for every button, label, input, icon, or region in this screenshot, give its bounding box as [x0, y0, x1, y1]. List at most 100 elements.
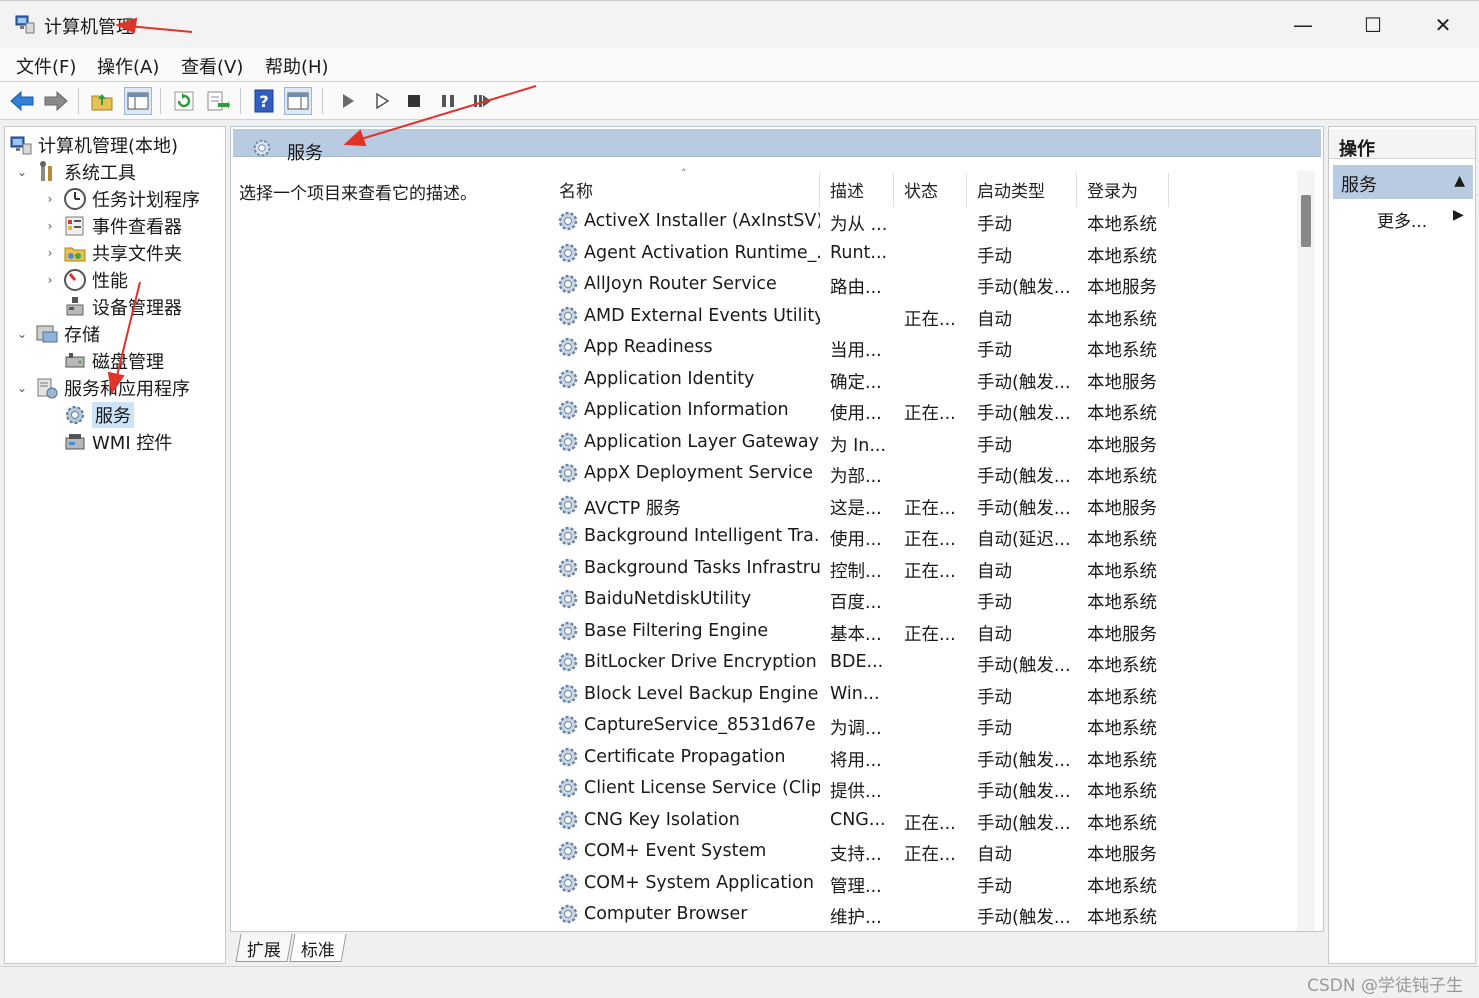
chevron-right-icon[interactable]: ▶ [1453, 207, 1464, 223]
tree-item-disk-management[interactable]: 磁盘管理 [63, 347, 164, 374]
show-hide-tree-icon[interactable] [124, 87, 152, 115]
column-header-status[interactable]: 状态 [904, 177, 938, 207]
forward-arrow-icon[interactable] [42, 87, 70, 115]
tools-icon [40, 160, 52, 181]
minimize-button[interactable]: — [1278, 7, 1328, 43]
vertical-scrollbar[interactable] [1297, 171, 1315, 931]
service-description: 使用... [830, 530, 882, 550]
status-bar: CSDN @学徒钝子生 [0, 966, 1479, 998]
chevron-right-icon[interactable]: › [43, 273, 57, 287]
start-service-alt-icon[interactable] [368, 87, 396, 115]
service-logon-as: 本地系统 [1087, 530, 1157, 550]
tree-item-shared-folders[interactable]: › 共享文件夹 [43, 239, 182, 266]
close-button[interactable]: ✕ [1418, 7, 1468, 43]
service-description: 百度... [830, 593, 882, 613]
view-tabs: 扩展 标准 [232, 932, 1322, 964]
service-row[interactable]: Base Filtering Engine 基本... 正在... 自动 本地服务 [556, 617, 1176, 648]
service-name: Certificate Propagation [584, 746, 786, 767]
service-name: ActiveX Installer (AxInstSV) [584, 211, 820, 231]
tree-label: 设备管理器 [92, 297, 182, 319]
service-startup-type: 手动 [977, 341, 1012, 361]
service-row[interactable]: Background Intelligent Tra... 使用... 正在... 自… [556, 522, 1176, 553]
stop-service-icon[interactable] [400, 87, 428, 115]
actions-pane: 操作 服务 ▲ 更多... ▶ [1328, 126, 1476, 964]
chevron-down-icon[interactable]: ⌄ [15, 165, 29, 179]
up-folder-icon[interactable] [88, 87, 116, 115]
service-row[interactable]: Application Layer Gateway ... 为 In... 手动 本地… [556, 428, 1176, 459]
service-row[interactable]: AppX Deployment Service ... 为部... 手动(触发...… [556, 459, 1176, 490]
action-pane-icon[interactable] [284, 87, 312, 115]
tree-item-services[interactable]: 服务 [63, 401, 134, 428]
menu-file[interactable]: 文件(F) [16, 53, 76, 79]
tree-item-system-tools[interactable]: ⌄ 系统工具 [15, 158, 136, 185]
tree-item-performance[interactable]: › 性能 [43, 266, 128, 293]
gear-icon [558, 243, 578, 262]
chevron-right-icon[interactable]: › [43, 219, 57, 233]
service-name: COM+ System Application [584, 872, 814, 893]
service-logon-as: 本地系统 [1087, 687, 1157, 708]
service-row[interactable]: Block Level Backup Engine ... Win... 手动 本地系… [556, 680, 1176, 711]
gear-icon [558, 904, 578, 924]
column-header-name[interactable]: 名称 [559, 177, 593, 207]
export-list-icon[interactable] [204, 87, 232, 115]
start-service-icon[interactable] [334, 87, 362, 115]
service-row[interactable]: BaiduNetdiskUtility 百度... 手动 本地系统 [556, 585, 1176, 616]
chevron-down-icon[interactable]: ⌄ [15, 381, 29, 395]
back-arrow-icon[interactable] [8, 87, 36, 115]
service-row[interactable]: Agent Activation Runtime_... Runt... 手动 本地系… [556, 239, 1176, 270]
scrollbar-thumb[interactable] [1301, 195, 1311, 247]
service-row[interactable]: App Readiness 当用... 手动 本地系统 [556, 333, 1176, 364]
service-row[interactable]: CNG Key Isolation CNG... 正在... 手动(触发... 本地系统 [556, 806, 1176, 837]
gear-icon [558, 463, 578, 483]
service-row[interactable]: ActiveX Installer (AxInstSV) 为从 ... 手动 本地系统 [556, 207, 1176, 238]
service-row[interactable]: Certificate Propagation 将用... 手动(触发... 本地系统 [556, 743, 1176, 774]
service-row[interactable]: BitLocker Drive Encryption ... BDE... 手动(触… [556, 648, 1176, 679]
chevron-right-icon[interactable]: › [43, 192, 57, 206]
pause-service-icon[interactable] [434, 87, 462, 115]
service-row[interactable]: Background Tasks Infrastru... 控制... 正在... 自… [556, 554, 1176, 585]
menu-action[interactable]: 操作(A) [97, 53, 159, 79]
more-actions-link[interactable]: 更多... [1377, 207, 1427, 232]
gear-icon [558, 747, 578, 766]
restart-service-icon[interactable] [468, 87, 496, 115]
services-apps-icon [37, 378, 58, 398]
menu-view[interactable]: 查看(V) [181, 53, 243, 79]
tab-standard[interactable]: 标准 [289, 934, 347, 962]
collapse-icon[interactable]: ▲ [1454, 173, 1465, 189]
service-row[interactable]: COM+ Event System 支持... 正在... 自动 本地服务 [556, 837, 1176, 868]
service-row[interactable]: COM+ System Application 管理... 手动 本地系统 [556, 869, 1176, 900]
chevron-down-icon[interactable]: ⌄ [15, 327, 29, 341]
service-row[interactable]: Computer Browser 维护... 手动(触发... 本地系统 [556, 900, 1176, 931]
service-row[interactable]: Application Information 使用... 正在... 手动(触发..… [556, 396, 1176, 427]
tree-item-device-manager[interactable]: 设备管理器 [63, 293, 182, 320]
computer-management-icon [15, 15, 35, 34]
tree-item-storage[interactable]: ⌄ 存储 [15, 320, 100, 347]
service-row[interactable]: AVCTP 服务 这是... 正在... 手动(触发... 本地服务 [556, 491, 1176, 522]
service-row[interactable]: Client License Service (Clip... 提供... 手动(触… [556, 774, 1176, 805]
help-icon[interactable]: ? [250, 87, 278, 115]
service-row[interactable]: CaptureService_8531d67e 为调... 手动 本地系统 [556, 711, 1176, 742]
chevron-right-icon[interactable]: › [43, 246, 57, 260]
tree-item-services-apps[interactable]: ⌄ 服务和应用程序 [15, 374, 190, 401]
service-logon-as: 本地系统 [1087, 404, 1157, 424]
menu-help[interactable]: 帮助(H) [265, 53, 329, 79]
service-row[interactable]: Application Identity 确定... 手动(触发... 本地服务 [556, 365, 1176, 396]
tab-extended[interactable]: 扩展 [235, 934, 293, 962]
refresh-icon[interactable] [170, 87, 198, 115]
service-logon-as: 本地服务 [1087, 278, 1157, 298]
tree-label: 事件查看器 [92, 216, 182, 238]
actions-section-services[interactable]: 服务 ▲ [1333, 165, 1473, 199]
column-header-description[interactable]: 描述 [830, 177, 864, 207]
service-row[interactable]: AMD External Events Utility 正在... 自动 本地系统 [556, 302, 1176, 333]
service-row[interactable]: AllJoyn Router Service 路由... 手动(触发... 本地服务 [556, 270, 1176, 301]
tree-item-task-scheduler[interactable]: › 任务计划程序 [43, 185, 200, 212]
tree-item-wmi[interactable]: WMI 控件 [63, 428, 172, 455]
gear-icon [558, 684, 578, 703]
tree-item-root[interactable]: 计算机管理(本地) [9, 131, 178, 158]
title-bar[interactable]: 计算机管理 — ☐ ✕ [0, 0, 1479, 48]
column-header-startup-type[interactable]: 启动类型 [977, 177, 1045, 207]
column-header-logon-as[interactable]: 登录为 [1087, 177, 1138, 207]
maximize-button[interactable]: ☐ [1348, 7, 1398, 43]
tree-item-event-viewer[interactable]: › 事件查看器 [43, 212, 182, 239]
console-tree[interactable]: 计算机管理(本地) ⌄ 系统工具 › 任务计划程序 › 事件查看器 › 共享文件… [4, 126, 226, 964]
